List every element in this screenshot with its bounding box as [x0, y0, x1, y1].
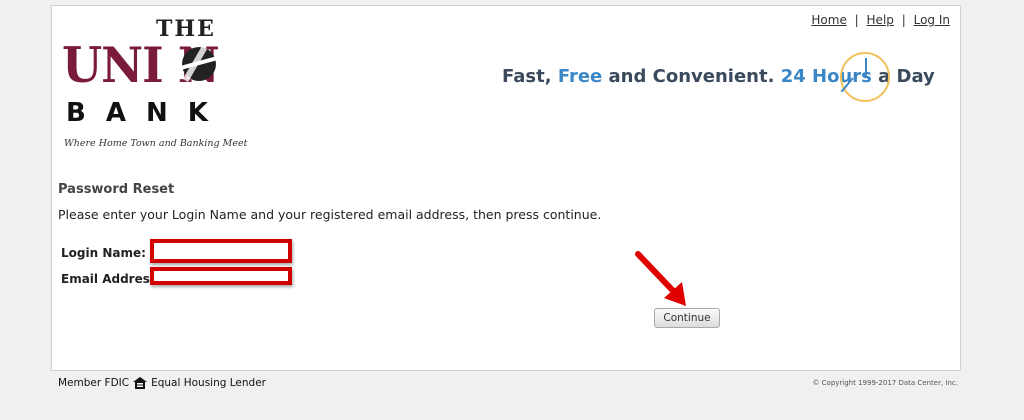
continue-button[interactable]: Continue: [654, 308, 720, 328]
slogan-part1: Fast,: [502, 66, 558, 87]
page-title: Password Reset: [58, 182, 175, 197]
copyright-text: © Copyright 1999-2017 Data Center, Inc.: [812, 379, 958, 387]
login-name-input[interactable]: [150, 239, 292, 263]
clock-hand: [840, 77, 854, 93]
email-address-input[interactable]: [150, 267, 292, 285]
nav-separator: |: [854, 13, 859, 27]
login-link[interactable]: Log In: [914, 13, 950, 27]
red-arrow-icon: [635, 251, 686, 306]
slogan-part2: and Convenient.: [602, 66, 781, 87]
form-instructions: Please enter your Login Name and your re…: [58, 207, 602, 222]
member-fdic-text: Member FDIC: [58, 377, 130, 389]
help-link[interactable]: Help: [867, 13, 894, 27]
equal-housing-icon: [133, 377, 148, 389]
logo-tagline: Where Home Town and Banking Meet: [64, 138, 248, 149]
clock-hand: [865, 58, 867, 78]
top-nav: Home | Help | Log In: [811, 13, 950, 27]
home-link[interactable]: Home: [811, 13, 846, 27]
basketball-icon: [182, 47, 216, 81]
bank-logo: THE UNI N BANK Where Home Town and Banki…: [60, 14, 250, 154]
clock-icon: [840, 52, 890, 102]
login-name-label: Login Name:: [61, 246, 146, 260]
main-panel: Home | Help | Log In THE UNI N BANK Wher…: [51, 5, 961, 371]
email-address-label: Email Address:: [61, 272, 162, 286]
slogan-free: Free: [557, 66, 603, 87]
footer-left: Member FDIC Equal Housing Lender: [58, 377, 266, 389]
logo-bank: BANK: [66, 98, 228, 128]
equal-housing-text: Equal Housing Lender: [151, 377, 266, 389]
nav-separator: |: [901, 13, 906, 27]
